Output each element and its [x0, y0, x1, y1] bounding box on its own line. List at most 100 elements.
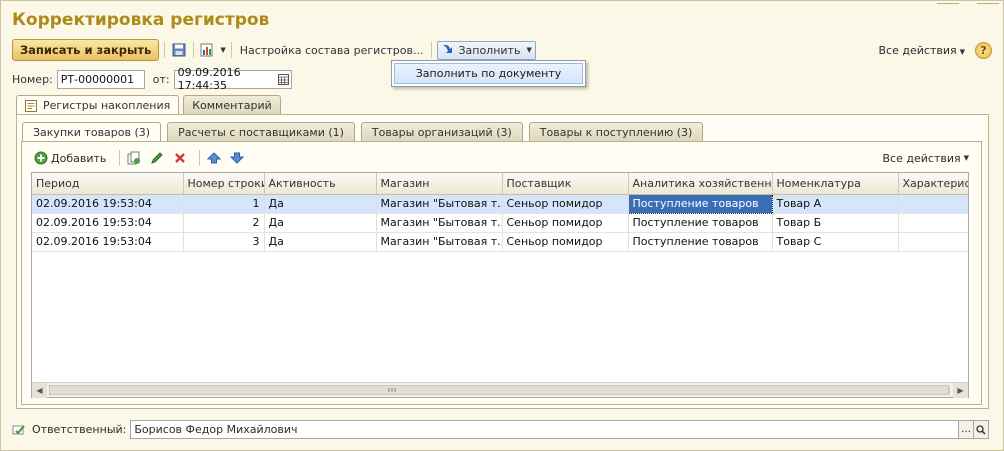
all-actions-label: Все действия	[878, 43, 957, 57]
add-button[interactable]: Добавить	[34, 149, 106, 167]
responsible-label: Ответственный:	[32, 423, 127, 436]
window-title: Корректировка регистров	[12, 10, 270, 30]
fill-by-document-menu-item[interactable]: Заполнить по документу	[394, 63, 583, 84]
scrollbar-thumb[interactable]	[48, 384, 969, 396]
more-icon[interactable]: …	[959, 420, 974, 439]
cell-business-analytics[interactable]: Поступление товаров	[628, 232, 773, 252]
inner-tabs: Закупки товаров (3) Расчеты с поставщика…	[22, 122, 709, 142]
search-icon[interactable]	[974, 420, 989, 439]
document-window: Корректировка регистров Записать и закры…	[0, 0, 1004, 451]
toolbar-separator	[230, 42, 232, 58]
responsible-icon	[12, 424, 26, 436]
add-icon	[34, 151, 48, 165]
all-actions-menu[interactable]: Все действия ▼	[879, 44, 965, 57]
toolbar-separator	[199, 150, 201, 166]
table-row[interactable]: 02.09.2016 19:53:04 2 Да Магазин "Бытова…	[32, 213, 968, 233]
cell-store[interactable]: Магазин "Бытовая т...	[376, 194, 503, 214]
responsible-field[interactable]: Борисов Федор Михайлович	[130, 420, 959, 439]
cell-business-analytics[interactable]: Поступление товаров	[628, 213, 773, 233]
table-header-row: Период Номер строки Активность Магазин П…	[32, 173, 968, 195]
column-header-store[interactable]: Магазин	[376, 173, 503, 195]
column-header-supplier[interactable]: Поставщик	[502, 173, 629, 195]
cell-characteristic[interactable]	[898, 194, 968, 214]
footer-responsible: Ответственный: Борисов Федор Михайлович …	[12, 420, 989, 439]
add-button-label: Добавить	[51, 151, 107, 165]
toolbar-separator	[164, 42, 166, 58]
cell-period[interactable]: 02.09.2016 19:53:04	[32, 213, 184, 233]
cell-period[interactable]: 02.09.2016 19:53:04	[32, 194, 184, 214]
tab-purchases[interactable]: Закупки товаров (3)	[22, 122, 162, 142]
tab-comment[interactable]: Комментарий	[183, 95, 281, 115]
table-row[interactable]: 02.09.2016 19:53:04 1 Да Магазин "Бытова…	[32, 193, 968, 214]
window-control-1[interactable]	[937, 1, 959, 9]
cell-supplier[interactable]: Сеньор помидор	[502, 194, 629, 214]
number-label: Номер:	[12, 72, 53, 86]
table-all-actions-menu[interactable]: Все действия ▼	[883, 149, 969, 167]
move-up-icon[interactable]	[205, 149, 223, 167]
cell-activity[interactable]: Да	[264, 232, 377, 252]
tab-goods-to-receive[interactable]: Товары к поступлению (3)	[528, 122, 704, 142]
delete-icon[interactable]	[171, 149, 189, 167]
register-records-table[interactable]: Период Номер строки Активность Магазин П…	[31, 172, 969, 398]
tab-accumulation-registers[interactable]: Регистры накопления	[16, 95, 180, 115]
toolbar-separator	[119, 150, 121, 166]
tab-organization-goods[interactable]: Товары организаций (3)	[360, 122, 523, 142]
register-icon	[25, 99, 37, 112]
chevron-down-icon: ▼	[963, 154, 969, 162]
table-all-actions-label: Все действия	[882, 151, 961, 165]
cell-nomenclature[interactable]: Товар Б	[772, 213, 899, 233]
cell-supplier[interactable]: Сеньор помидор	[502, 213, 629, 233]
scroll-left-icon[interactable]: ◀	[32, 383, 47, 398]
help-button[interactable]: ?	[975, 41, 992, 59]
fill-button-label: Заполнить	[458, 43, 521, 57]
column-header-line-number[interactable]: Номер строки	[183, 173, 265, 195]
horizontal-scrollbar[interactable]: ◀ ▶	[32, 382, 969, 398]
column-header-activity[interactable]: Активность	[264, 173, 377, 195]
cell-nomenclature[interactable]: Товар С	[772, 232, 899, 252]
cell-store[interactable]: Магазин "Бытовая т...	[376, 232, 503, 252]
cell-characteristic[interactable]	[898, 232, 968, 252]
cell-activity[interactable]: Да	[264, 213, 377, 233]
edit-pencil-icon[interactable]	[148, 149, 166, 167]
fill-button[interactable]: Заполнить ▼	[437, 40, 536, 60]
column-header-business-analytics[interactable]: Аналитика хозяйственно...	[628, 173, 773, 195]
chevron-down-icon: ▼	[959, 47, 965, 56]
toolbar-separator	[431, 42, 433, 58]
chevron-down-icon: ▼	[526, 46, 532, 54]
move-down-icon[interactable]	[228, 149, 246, 167]
toolbar-right: Все действия ▼ ?	[879, 39, 992, 61]
cell-store[interactable]: Магазин "Бытовая т...	[376, 213, 503, 233]
save-icon[interactable]	[170, 41, 188, 59]
cell-characteristic[interactable]	[898, 213, 968, 233]
cell-business-analytics[interactable]: Поступление товаров	[627, 193, 773, 214]
toolbar-separator	[193, 42, 195, 58]
number-field[interactable]: РТ-00000001	[56, 69, 145, 89]
date-value: 09.09.2016 17:44:35	[177, 66, 241, 92]
fill-arrow-icon	[441, 43, 455, 58]
cell-line-number[interactable]: 2	[183, 213, 265, 233]
window-controls	[937, 1, 999, 9]
date-field[interactable]: 09.09.2016 17:44:35	[173, 66, 292, 92]
cell-line-number[interactable]: 3	[183, 232, 265, 252]
tab-label: Регистры накопления	[43, 99, 171, 112]
column-header-characteristic[interactable]: Характеристи	[898, 173, 968, 195]
fill-dropdown-menu: Заполнить по документу	[391, 60, 586, 87]
cell-period[interactable]: 02.09.2016 19:53:04	[32, 232, 184, 252]
column-header-period[interactable]: Период	[32, 173, 184, 195]
cell-supplier[interactable]: Сеньор помидор	[502, 232, 629, 252]
table-row[interactable]: 02.09.2016 19:53:04 3 Да Магазин "Бытова…	[32, 232, 968, 252]
save-and-close-button[interactable]: Записать и закрыть	[12, 39, 160, 61]
tab-supplier-settlements[interactable]: Расчеты с поставщиками (1)	[167, 122, 355, 142]
window-control-2[interactable]	[977, 1, 999, 9]
calendar-icon[interactable]	[277, 71, 291, 88]
scroll-right-icon[interactable]: ▶	[953, 383, 968, 398]
column-header-nomenclature[interactable]: Номенклатура	[772, 173, 899, 195]
report-dropdown-caret[interactable]: ▼	[220, 46, 225, 54]
report-structure-icon[interactable]	[199, 41, 217, 59]
setup-registers-button[interactable]: Настройка состава регистров...	[237, 44, 427, 57]
copy-icon[interactable]	[125, 149, 143, 167]
table-toolbar: Добавить Все действия ▼	[34, 149, 969, 167]
cell-line-number[interactable]: 1	[183, 194, 265, 214]
cell-activity[interactable]: Да	[264, 194, 377, 214]
cell-nomenclature[interactable]: Товар А	[772, 194, 899, 214]
